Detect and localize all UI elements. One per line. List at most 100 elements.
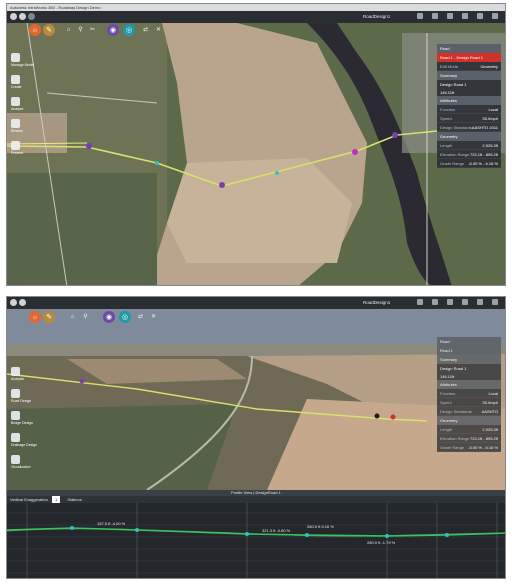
properties-panel: Road Road 1 - Design Road 1 Edit Mode Geo… (437, 44, 501, 168)
summary-header[interactable]: Summary (437, 355, 501, 364)
measure-tool-icon[interactable]: ⚲ (82, 314, 89, 321)
summary-name: Design Road 1 (440, 365, 467, 371)
attr-row: Speed 35.0mph (437, 114, 501, 123)
layers-icon[interactable] (417, 13, 423, 19)
drainage-icon (11, 433, 20, 442)
geometry-header[interactable]: Geometry (437, 132, 501, 141)
profile-annotation: 260.0 ft 6.16 % (307, 524, 334, 529)
exaggeration-label: Vertical Exaggeration (10, 497, 48, 502)
profile-view: Profile View | DesignRoad 1 Vertical Exa… (7, 490, 505, 578)
rail-item-bridge-design[interactable]: Bridge Design (11, 411, 41, 427)
main-toolbar: RoadDesign1 (7, 11, 505, 23)
review-button[interactable]: ◎ (123, 24, 135, 36)
rail-item-create[interactable]: Create (11, 75, 41, 91)
share-tool-icon[interactable]: ⇄ (137, 314, 144, 321)
model-title[interactable]: RoadDesign1 (363, 299, 390, 307)
screenshot-plan-view: Autodesk InfraWorks 360 - Roadway Design… (6, 3, 506, 286)
screenshot-perspective-profile: RoadDesign1 ☼ ✎ ⌂ ⚲ ◉ ◎ ⇄ ✕ Analysis Roa… (6, 296, 506, 579)
attr-row: Function Local (437, 105, 501, 114)
geometry-header[interactable]: Geometry (437, 416, 501, 425)
analyze-icon (11, 97, 20, 106)
geom-row: Grade Range -5.00 % - 6.16 % (437, 159, 501, 168)
create-button[interactable]: ✎ (43, 311, 55, 323)
share-tool-icon[interactable]: ⇄ (142, 27, 149, 34)
globe-icon[interactable] (19, 13, 26, 20)
menu-icon[interactable] (28, 13, 35, 20)
share-icon[interactable] (447, 299, 453, 305)
visualization-icon (11, 455, 20, 464)
rail-item-analysis[interactable]: Analysis (11, 367, 41, 383)
close-tool-icon[interactable]: ✕ (155, 27, 162, 34)
rail-item-drainage[interactable]: Drainage Design (11, 433, 41, 449)
geom-row: Elevation Range 723.1ft - 895.2ft (437, 434, 501, 443)
profile-annotation: 157.5 ft -4.00 % (97, 521, 126, 526)
layers-icon[interactable] (417, 299, 423, 305)
review-icon (11, 119, 20, 128)
summary-header[interactable]: Summary (437, 71, 501, 80)
road-design-icon (11, 389, 20, 398)
rail-item-review[interactable]: Review (11, 119, 41, 135)
left-rail: Manage Model Create Analyze Review Prese… (7, 23, 47, 285)
analyze-button[interactable]: ◉ (103, 311, 115, 323)
main-toolbar: RoadDesign1 (7, 297, 505, 309)
summary-length: 146.11ft (440, 373, 455, 379)
attr-row: Design Standards AASHTO 2011 (437, 123, 501, 132)
panel-header: Road (437, 44, 501, 53)
rail-item-manage[interactable]: Manage Model (11, 53, 41, 69)
measure-tool-icon[interactable]: ⚲ (77, 27, 84, 34)
selected-road[interactable]: Road 1 - Design Road 1 (437, 53, 501, 62)
mode-row[interactable]: Edit Mode Geometry (437, 62, 501, 71)
unit-label[interactable]: Stations (67, 497, 81, 502)
attr-row: Speed 35.0mph (437, 398, 501, 407)
home-icon[interactable] (10, 13, 17, 20)
perspective-map[interactable] (7, 309, 506, 490)
rail-item-road-design[interactable]: Road Design (11, 389, 41, 405)
close-tool-icon[interactable]: ✕ (150, 314, 157, 321)
globe-icon[interactable] (19, 299, 26, 306)
summary-length: 146.11ft (440, 89, 455, 95)
attributes-header[interactable]: Attributes (437, 96, 501, 105)
user-icon[interactable] (477, 13, 483, 19)
manage-button[interactable]: ☼ (29, 311, 41, 323)
select-tool-icon[interactable]: ⌂ (69, 314, 76, 321)
attr-row: Design Standards AASHTO (437, 407, 501, 416)
selected-road[interactable]: Road 1 (437, 346, 501, 355)
profile-plot[interactable]: 157.5 ft -4.00 % 321.3 ft -0.80 % 260.0 … (7, 503, 506, 579)
analysis-icon (11, 367, 20, 376)
exaggeration-input[interactable]: 1 (51, 496, 61, 503)
edit-tool-icon[interactable]: ✂ (89, 27, 96, 34)
camera-icon[interactable] (462, 299, 468, 305)
attr-row: Function Local (437, 389, 501, 398)
select-tool-icon[interactable]: ⌂ (65, 27, 72, 34)
properties-panel: Road Road 1 Summary Design Road 1 146.11… (437, 337, 501, 452)
profile-annotation: 280.0 ft -1.79 % (367, 540, 396, 545)
analyze-button[interactable]: ◉ (107, 24, 119, 36)
attributes-header[interactable]: Attributes (437, 380, 501, 389)
manage-icon (11, 53, 20, 62)
geom-row: Length 2,925.3ft (437, 425, 501, 434)
help-icon[interactable] (492, 13, 498, 19)
profile-controls: Vertical Exaggeration 1 Stations (7, 496, 505, 503)
settings-icon[interactable] (432, 13, 438, 19)
rail-item-analyze[interactable]: Analyze (11, 97, 41, 113)
rail-item-present[interactable]: Present (11, 141, 41, 157)
geom-row: Grade Range -5.00 % - 6.16 % (437, 443, 501, 452)
camera-icon[interactable] (462, 13, 468, 19)
bridge-design-icon (11, 411, 20, 420)
share-icon[interactable] (447, 13, 453, 19)
help-icon[interactable] (492, 299, 498, 305)
create-icon (11, 75, 20, 84)
user-icon[interactable] (477, 299, 483, 305)
home-icon[interactable] (10, 299, 17, 306)
aerial-map[interactable] (7, 23, 506, 286)
model-title[interactable]: RoadDesign1 (363, 13, 390, 21)
window-title: Autodesk InfraWorks 360 - Roadway Design… (7, 4, 505, 11)
geom-row: Elevation Range 723.1ft - 895.2ft (437, 150, 501, 159)
present-icon (11, 141, 20, 150)
geom-row: Length 2,925.3ft (437, 141, 501, 150)
profile-annotation: 321.3 ft -0.80 % (262, 528, 291, 533)
rail-item-visualization[interactable]: Visualization (11, 455, 41, 471)
settings-icon[interactable] (432, 299, 438, 305)
summary-name: Design Road 1 (440, 81, 467, 87)
review-button[interactable]: ◎ (119, 311, 131, 323)
